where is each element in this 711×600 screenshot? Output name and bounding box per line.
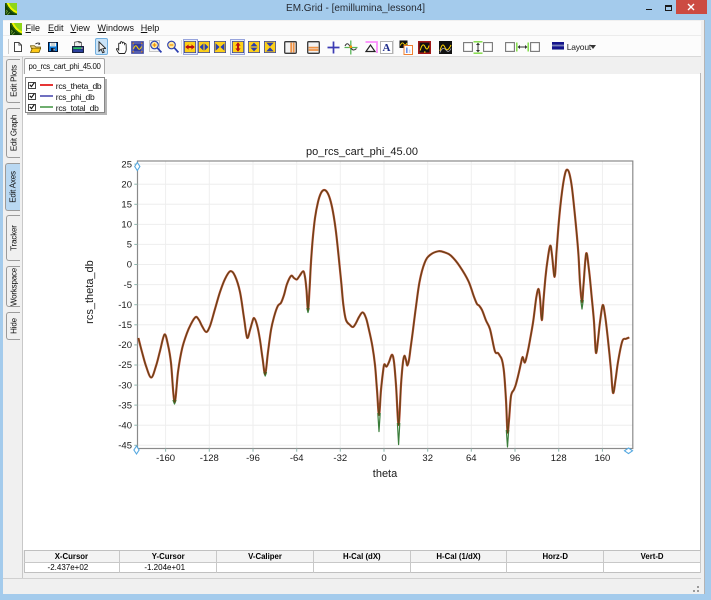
svg-text:96: 96 bbox=[510, 453, 521, 464]
svg-text:-96: -96 bbox=[246, 453, 260, 464]
svg-text:0: 0 bbox=[381, 453, 386, 464]
svg-text:-128: -128 bbox=[200, 453, 219, 464]
svg-text:-5: -5 bbox=[124, 280, 132, 291]
svg-text:rcs_theta_db: rcs_theta_db bbox=[84, 260, 96, 324]
svg-text:-25: -25 bbox=[118, 360, 132, 371]
svg-text:-40: -40 bbox=[118, 420, 132, 431]
svg-text:-20: -20 bbox=[118, 340, 132, 351]
svg-text:5: 5 bbox=[127, 240, 132, 251]
svg-text:-64: -64 bbox=[290, 453, 304, 464]
svg-text:po_rcs_cart_phi_45.00: po_rcs_cart_phi_45.00 bbox=[306, 146, 418, 158]
svg-text:160: 160 bbox=[594, 453, 610, 464]
svg-text:64: 64 bbox=[466, 453, 477, 464]
svg-text:25: 25 bbox=[121, 159, 132, 170]
svg-text:20: 20 bbox=[121, 179, 132, 190]
svg-text:15: 15 bbox=[121, 200, 132, 211]
svg-text:10: 10 bbox=[121, 220, 132, 231]
svg-text:-30: -30 bbox=[118, 380, 132, 391]
svg-text:32: 32 bbox=[422, 453, 433, 464]
svg-text:-160: -160 bbox=[156, 453, 175, 464]
svg-text:128: 128 bbox=[551, 453, 567, 464]
svg-text:-35: -35 bbox=[118, 400, 132, 411]
svg-text:-32: -32 bbox=[333, 453, 347, 464]
svg-text:-45: -45 bbox=[118, 441, 132, 452]
svg-text:-10: -10 bbox=[118, 300, 132, 311]
svg-text:-15: -15 bbox=[118, 320, 132, 331]
svg-text:theta: theta bbox=[373, 468, 398, 480]
svg-text:0: 0 bbox=[127, 260, 132, 271]
